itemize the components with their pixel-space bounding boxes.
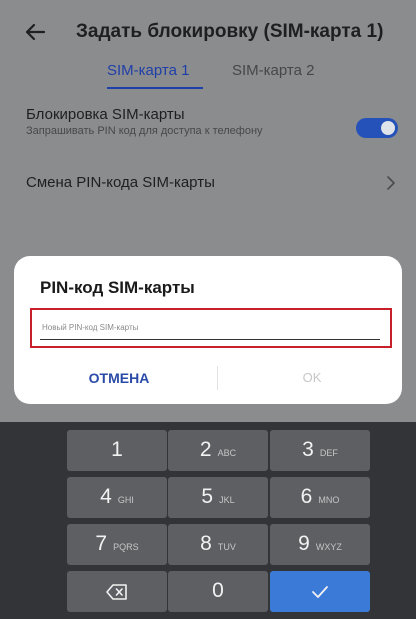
- change-pin-setting[interactable]: Смена PIN-кода SIM-карты: [26, 170, 398, 200]
- sim-tabs: SIM-карта 1 SIM-карта 2: [0, 62, 416, 96]
- toggle-knob: [381, 121, 395, 135]
- backspace-icon: [106, 583, 127, 600]
- key-digit: 0: [212, 579, 224, 602]
- dialog-title: PIN-код SIM-карты: [40, 278, 195, 297]
- key-letters: PQRS: [113, 542, 139, 552]
- key-letters: TUV: [217, 542, 236, 552]
- key-digit: 7: [95, 532, 108, 555]
- key-digit: 6: [300, 485, 313, 508]
- sim-lock-title: Блокировка SIM-карты: [26, 106, 185, 123]
- backspace-key[interactable]: [67, 571, 167, 612]
- arrow-left-icon: [25, 23, 46, 41]
- ok-button[interactable]: OK: [272, 370, 352, 385]
- confirm-key[interactable]: [270, 571, 370, 612]
- key-letters: WXYZ: [315, 542, 342, 552]
- key-digit: 4: [100, 485, 112, 508]
- key-letters: JKL: [219, 495, 235, 505]
- key-0[interactable]: 0: [168, 571, 268, 612]
- new-pin-input[interactable]: [42, 314, 378, 340]
- key-3[interactable]: 3 DEF: [270, 430, 370, 471]
- sim-lock-setting[interactable]: Блокировка SIM-карты Запрашивать PIN код…: [26, 106, 398, 162]
- key-2[interactable]: 2 ABC: [168, 430, 268, 471]
- back-button[interactable]: [20, 16, 52, 48]
- key-letters: MNO: [318, 495, 340, 505]
- checkmark-icon: [312, 585, 328, 598]
- tab-selected-indicator: [107, 87, 203, 89]
- key-8[interactable]: 8 TUV: [168, 524, 268, 565]
- chevron-right-icon: [387, 176, 395, 190]
- sim-lock-toggle[interactable]: [356, 118, 398, 138]
- key-letters: ABC: [217, 448, 237, 458]
- key-digit: 1: [111, 438, 123, 461]
- change-pin-label: Смена PIN-кода SIM-карты: [26, 174, 215, 191]
- key-digit: 3: [302, 438, 314, 461]
- tab-sim-2[interactable]: SIM-карта 2: [232, 62, 314, 79]
- pin-dialog: PIN-код SIM-карты ОТМЕНА OK: [14, 256, 402, 404]
- sim-lock-description: Запрашивать PIN код для доступа к телефо…: [26, 125, 263, 137]
- key-digit: 2: [199, 438, 212, 461]
- numeric-keypad: 1 2 ABC 3 DEF 4 GHI 5 JKL 6 MNO 7 PQRS 8…: [0, 422, 416, 619]
- key-digit: 9: [298, 532, 310, 555]
- key-9[interactable]: 9 WXYZ: [270, 524, 370, 565]
- tab-sim-1[interactable]: SIM-карта 1: [107, 62, 189, 79]
- button-divider: [217, 366, 218, 390]
- key-1[interactable]: 1: [67, 430, 167, 471]
- dialog-actions: ОТМЕНА OK: [14, 362, 402, 396]
- key-7[interactable]: 7 PQRS: [67, 524, 167, 565]
- key-5[interactable]: 5 JKL: [168, 477, 268, 518]
- key-4[interactable]: 4 GHI: [67, 477, 167, 518]
- key-letters: DEF: [319, 448, 338, 458]
- pin-field-highlight: [30, 308, 392, 348]
- key-digit: 5: [201, 485, 214, 508]
- top-bar: Задать блокировку (SIM-карта 1): [0, 0, 416, 60]
- cancel-button[interactable]: ОТМЕНА: [64, 370, 174, 386]
- key-6[interactable]: 6 MNO: [270, 477, 370, 518]
- key-digit: 8: [200, 532, 212, 555]
- key-letters: GHI: [117, 495, 134, 505]
- page-title: Задать блокировку (SIM-карта 1): [76, 21, 384, 42]
- input-underline: [40, 339, 380, 340]
